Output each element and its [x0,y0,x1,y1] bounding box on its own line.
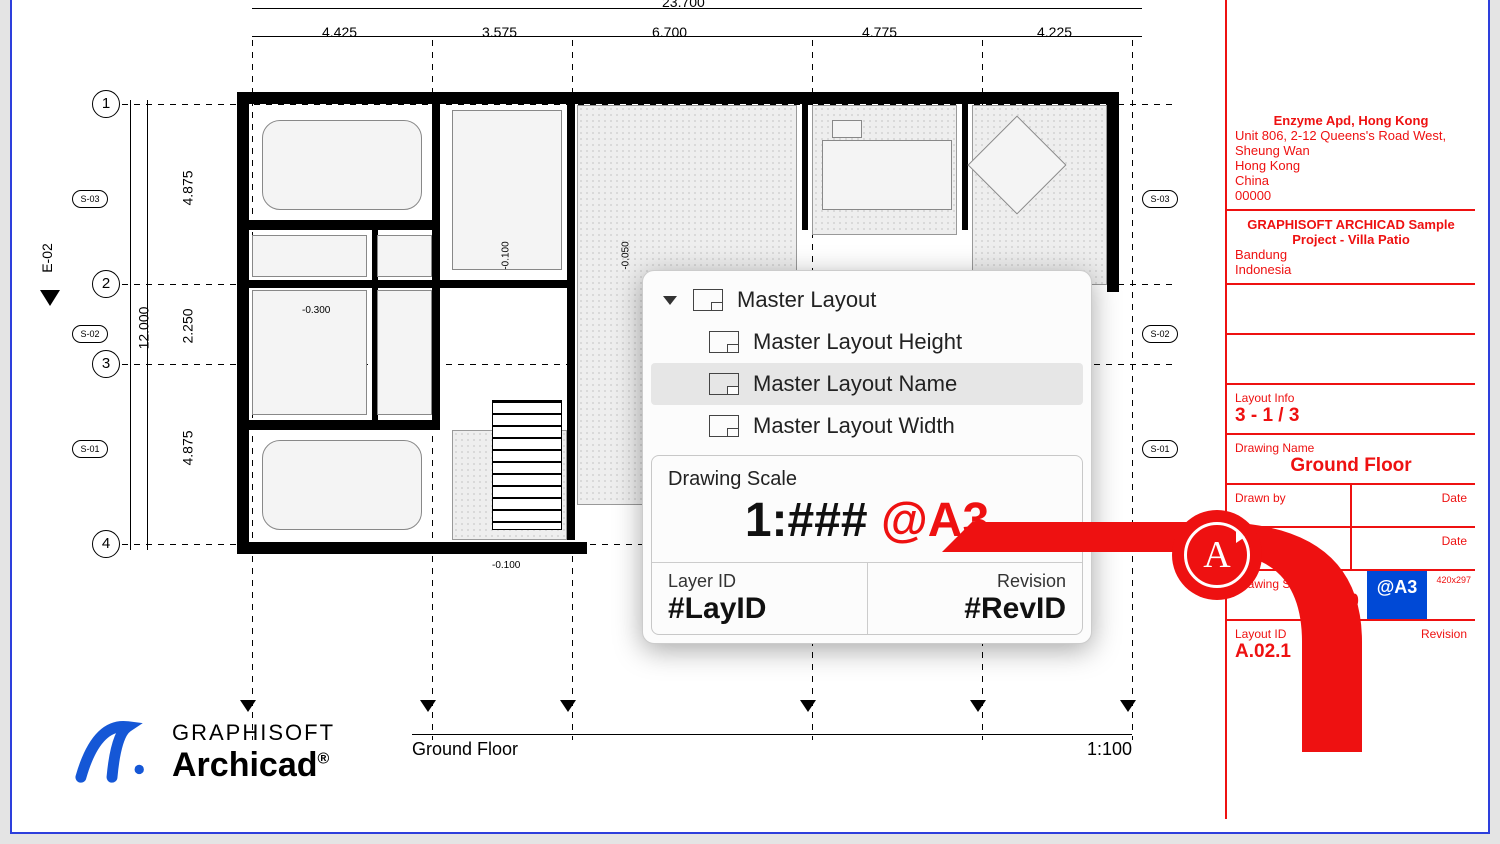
autotext-item-height[interactable]: Master Layout Height [651,321,1083,363]
grid-row-1: 1 [92,90,120,118]
stairs-icon [492,400,562,530]
autotext-item-name[interactable]: Master Layout Name [651,363,1083,405]
autotext-badge: A [1172,510,1262,600]
grid-row-3: 3 [92,350,120,378]
layout-icon [709,331,739,353]
revision-preview: #RevID [884,592,1067,626]
autotext-item-width[interactable]: Master Layout Width [651,405,1083,447]
elevation-arrow-icon [40,290,60,306]
autotext-category[interactable]: Master Layout [651,279,1083,321]
disclosure-icon [663,296,677,305]
autotext-preview: Drawing Scale 1:### @A3 Layer ID #LayID … [651,455,1083,635]
titleblock: Enzyme Apd, Hong Kong Unit 806, 2-12 Que… [1225,0,1475,819]
project-name: GRAPHISOFT ARCHICAD Sample Project - Vil… [1235,217,1467,247]
car-icon [262,120,422,210]
layout-id: A.02.1 [1235,641,1342,663]
drawing-scale: 1:100 [1235,591,1359,613]
grid-row-4: 4 [92,530,120,558]
drawing-scale-preview: 1:### @A3 [652,491,1082,563]
dim-total: 23.700 [662,0,705,10]
drawing-title-footer: Ground Floor1:100 [412,734,1132,760]
car-icon [262,440,422,530]
firm-name: Enzyme Apd, Hong Kong [1235,113,1467,128]
layer-id-preview: #LayID [668,592,851,626]
layout-icon [693,289,723,311]
paper-badge: @A3 [1367,571,1427,619]
drawing-name: Ground Floor [1235,455,1467,477]
layout-icon [709,415,739,437]
grid-row-2: 2 [92,270,120,298]
layout-icon [709,373,739,395]
layout-info: 3 - 1 / 3 [1235,405,1467,427]
archicad-logo: GRAPHISOFT Archicad® [72,715,335,785]
paper-size: 420x297 [1427,571,1475,619]
elevation-tag: E-02 [39,243,55,273]
autotext-popup[interactable]: Master Layout Master Layout Height Maste… [642,270,1092,644]
